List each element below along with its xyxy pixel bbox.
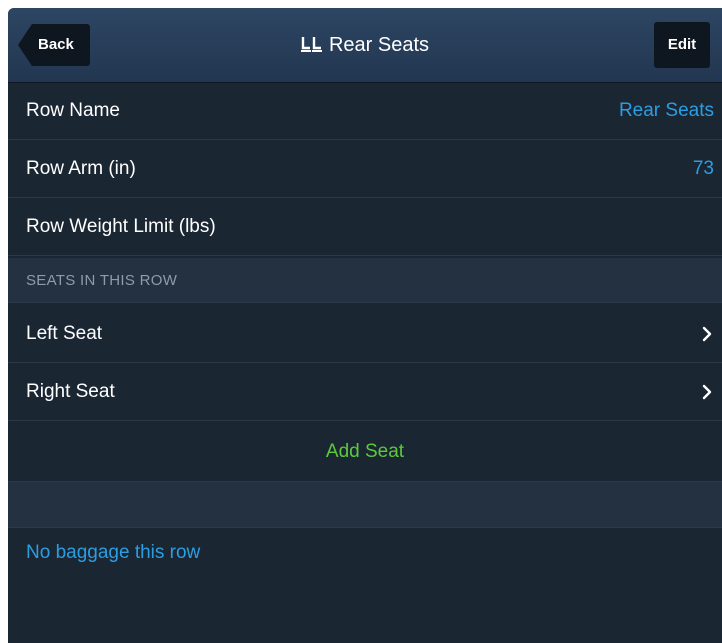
seat-row-left[interactable]: Left Seat	[8, 305, 722, 363]
row-name-value[interactable]: Rear Seats	[619, 82, 714, 140]
page-title-text: Rear Seats	[328, 34, 430, 56]
page-title: Rear Seats	[8, 8, 722, 82]
row-arm-value[interactable]: 73	[693, 140, 714, 198]
seat-row-right[interactable]: Right Seat	[8, 363, 722, 421]
row-weight-limit-label: Row Weight Limit (lbs)	[26, 216, 216, 237]
row-name-field[interactable]: Row Name Rear Seats	[8, 82, 722, 140]
seat-label: Right Seat	[26, 381, 115, 402]
add-seat-button[interactable]: Add Seat	[8, 422, 722, 482]
row-arm-label: Row Arm (in)	[26, 158, 136, 179]
seat-row-icon	[300, 37, 322, 52]
baggage-status-link[interactable]: No baggage this row	[26, 528, 200, 578]
row-detail-panel: Rear Seats Back Edit Row Name Rear Seats…	[8, 8, 722, 643]
back-button[interactable]: Back	[18, 24, 90, 66]
edit-button[interactable]: Edit	[654, 22, 710, 68]
chevron-right-icon	[702, 326, 712, 342]
navigation-bar: Rear Seats Back Edit	[8, 8, 722, 83]
row-name-label: Row Name	[26, 100, 120, 121]
chevron-right-icon	[702, 384, 712, 400]
seats-section-header-text: SEATS IN THIS ROW	[26, 272, 178, 289]
section-spacer	[8, 482, 722, 528]
row-weight-limit-field[interactable]: Row Weight Limit (lbs)	[8, 198, 722, 256]
seat-label: Left Seat	[26, 323, 103, 344]
row-arm-field[interactable]: Row Arm (in) 73	[8, 140, 722, 198]
seats-section-header: SEATS IN THIS ROW	[8, 258, 722, 303]
